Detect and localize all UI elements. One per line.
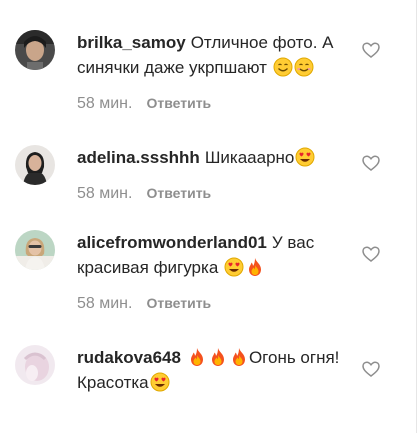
comment-username[interactable]: alicefromwonderland01 <box>77 233 267 252</box>
avatar[interactable] <box>15 30 55 70</box>
comment-text: rudakova648 Огонь огня! Красотка <box>77 345 357 395</box>
heart-eyes-emoji-icon <box>150 372 170 392</box>
comment-meta <box>77 408 357 428</box>
heart-eyes-emoji-icon <box>224 257 244 277</box>
comment-meta: 58 мин. Ответить <box>77 183 357 203</box>
heart-icon[interactable] <box>361 153 381 173</box>
avatar[interactable] <box>15 145 55 185</box>
comment-time[interactable]: 58 мин. <box>77 95 132 112</box>
comment-text: alicefromwonderland01 У вас красивая фигу… <box>77 230 357 280</box>
reply-button[interactable]: Ответить <box>146 295 211 311</box>
reply-button[interactable]: Ответить <box>146 185 211 201</box>
comment-text: brilka_samoy Отличное фото. А синячки даж… <box>77 30 357 80</box>
avatar[interactable] <box>15 230 55 270</box>
smiling-face-icon <box>294 57 314 77</box>
comment-text: adelina.ssshhh Шикааарно <box>77 145 357 170</box>
fire-emoji-icon <box>190 348 203 366</box>
comment-meta: 58 мин. Ответить <box>77 93 357 113</box>
fire-emoji-icon <box>211 348 224 366</box>
heart-eyes-emoji-icon <box>295 147 315 167</box>
comment-body: Шикааарно <box>204 148 295 167</box>
comment-time[interactable]: 58 мин. <box>77 185 132 202</box>
avatar[interactable] <box>15 345 55 385</box>
heart-icon[interactable] <box>361 40 381 60</box>
comment-username[interactable]: brilka_samoy <box>77 33 186 52</box>
fire-emoji-icon <box>249 258 262 276</box>
heart-icon[interactable] <box>361 359 381 379</box>
heart-icon[interactable] <box>361 244 381 264</box>
comment-username[interactable]: adelina.ssshhh <box>77 148 200 167</box>
fire-emoji-icon <box>232 348 245 366</box>
reply-button[interactable]: Ответить <box>146 95 211 111</box>
smiling-face-icon <box>273 57 293 77</box>
comment-meta: 58 мин. Ответить <box>77 293 357 313</box>
comment-time[interactable]: 58 мин. <box>77 295 132 312</box>
comment-username[interactable]: rudakova648 <box>77 348 181 367</box>
